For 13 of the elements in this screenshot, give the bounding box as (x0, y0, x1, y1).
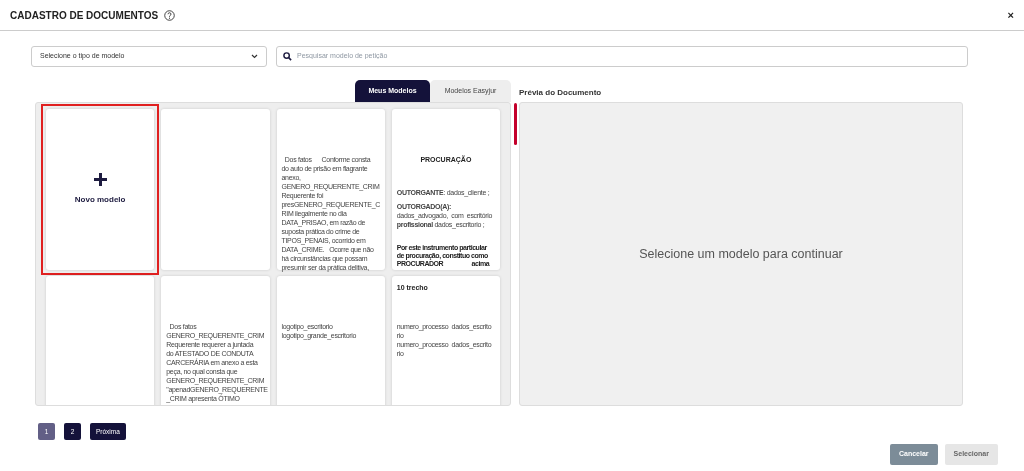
plus-icon (93, 173, 107, 186)
help-icon[interactable] (164, 9, 176, 21)
scrollbar[interactable] (513, 103, 517, 145)
close-button[interactable]: × (1007, 9, 1014, 21)
preview-message: Selecione um modelo para continuar (639, 245, 843, 263)
template-card[interactable] (276, 109, 385, 270)
template-card[interactable] (161, 276, 270, 405)
preview-title: Prévia do Documento (519, 86, 602, 99)
chevron-down-icon (251, 54, 258, 59)
window-title: CADASTRO DE DOCUMENTOS (10, 8, 159, 23)
new-model-card[interactable]: Novo modelo (41, 104, 160, 275)
new-model-label: Novo modelo (74, 194, 126, 206)
search-icon (283, 52, 292, 61)
